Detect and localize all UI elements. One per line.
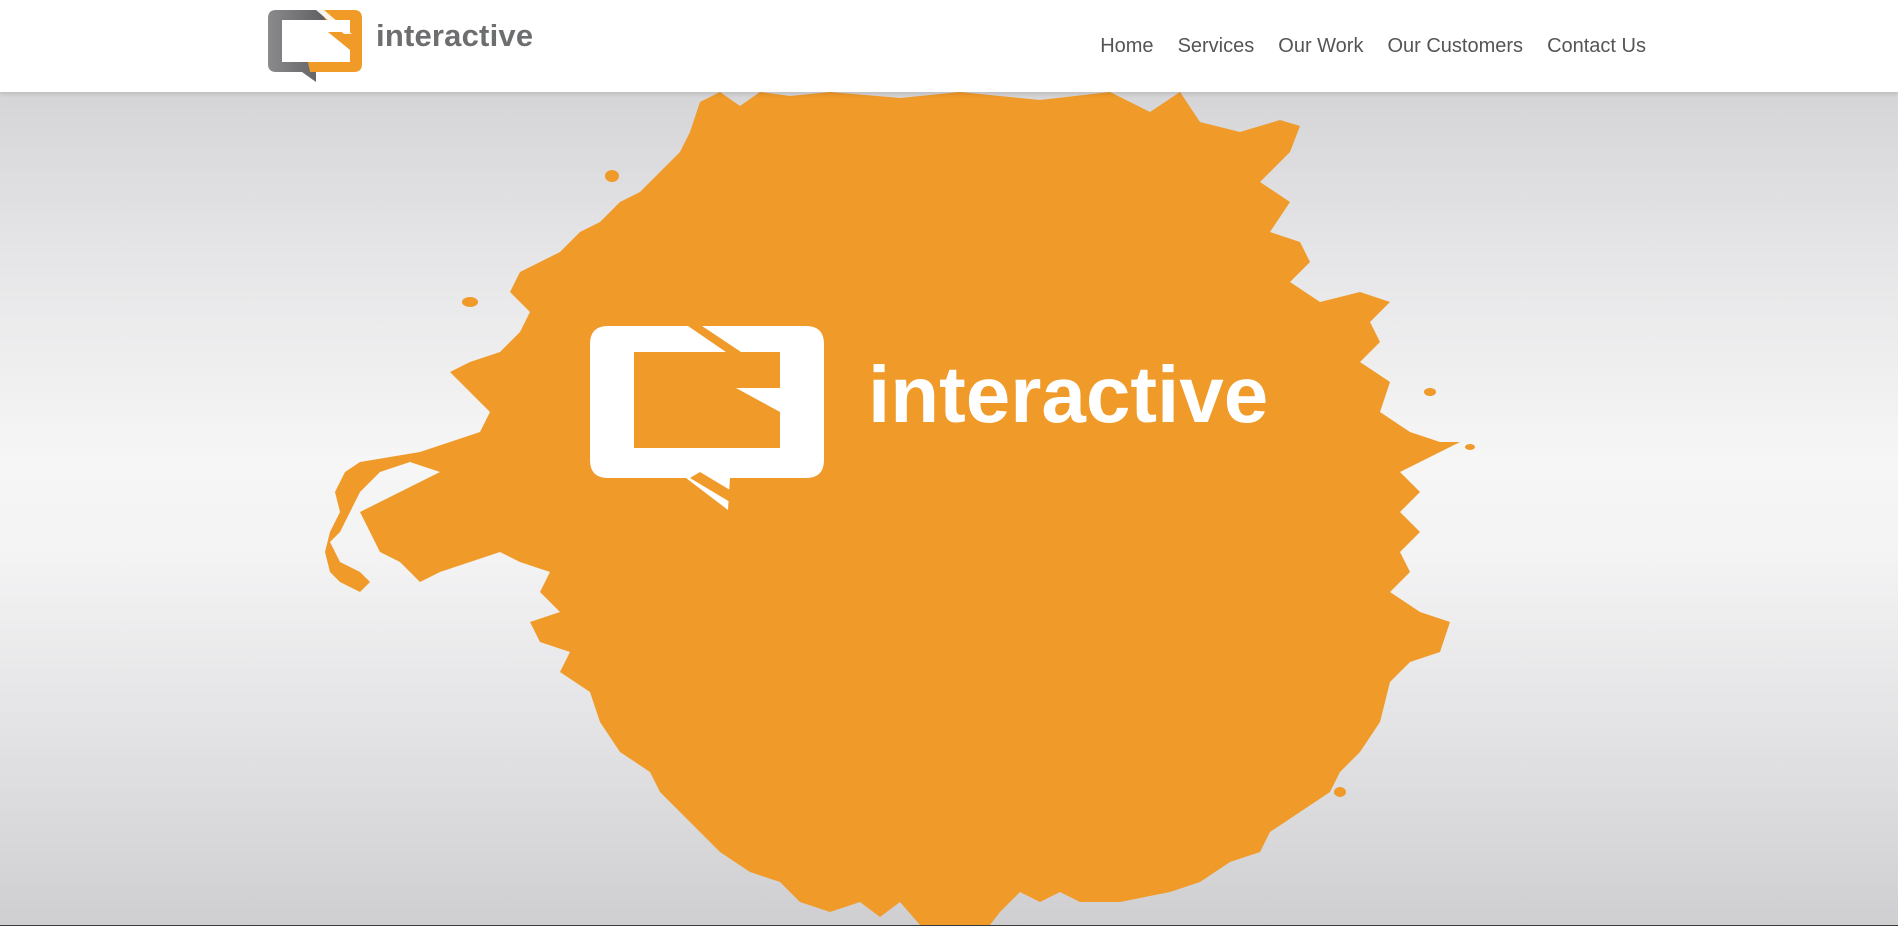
speech-bubble-logo-icon (268, 10, 362, 82)
hero-banner: interactive (0, 92, 1898, 925)
brand-logo-link[interactable]: interactive (268, 10, 533, 82)
nav-contact-us[interactable]: Contact Us (1535, 32, 1646, 60)
brand-name: interactive (376, 18, 534, 53)
nav-our-customers[interactable]: Our Customers (1375, 32, 1535, 60)
nav-home[interactable]: Home (1088, 32, 1165, 60)
nav-services[interactable]: Services (1166, 32, 1267, 60)
paint-splash-graphic: interactive (325, 92, 1475, 925)
hero-logo-text: interactive (868, 350, 1268, 439)
nav-our-work[interactable]: Our Work (1266, 32, 1375, 60)
main-nav: Home Services Our Work Our Customers Con… (1088, 32, 1646, 60)
splash-shape (325, 92, 1460, 925)
site-header: interactive Home Services Our Work Our C… (0, 0, 1898, 92)
